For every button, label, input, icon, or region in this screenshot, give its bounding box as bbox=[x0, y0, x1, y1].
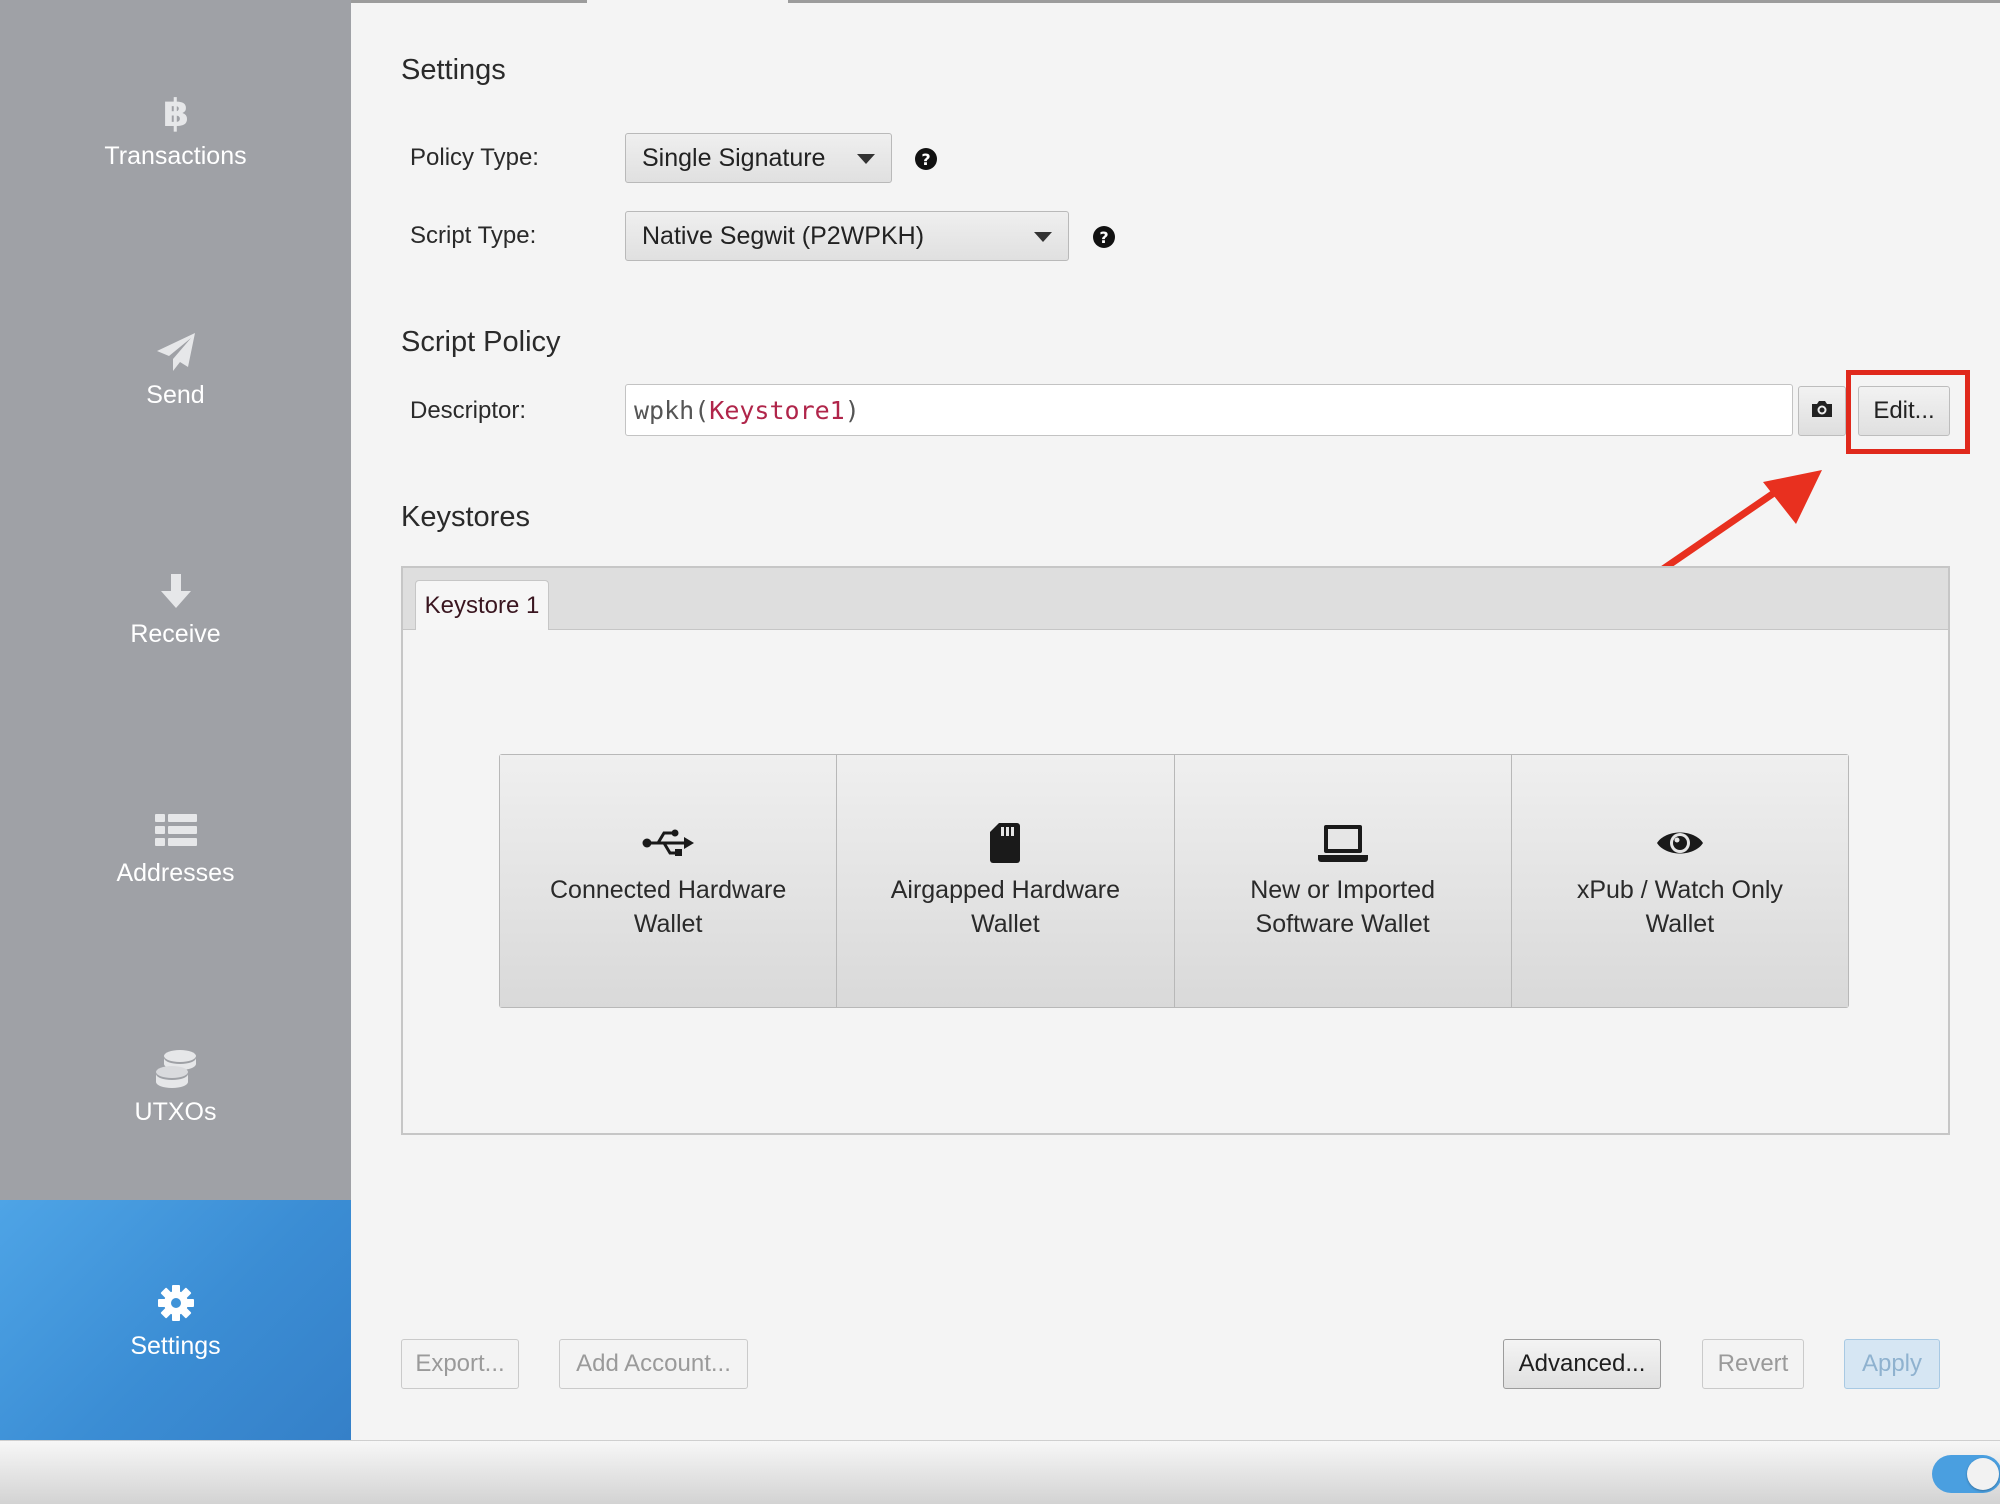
software-wallet-button[interactable]: New or Imported Software Wallet bbox=[1174, 755, 1512, 1007]
descriptor-suffix: ) bbox=[844, 395, 860, 425]
sidebar-item-send[interactable]: Send bbox=[0, 289, 351, 449]
list-icon bbox=[153, 807, 199, 853]
sidebar-item-label: Settings bbox=[130, 1331, 221, 1360]
keystores-section-title: Keystores bbox=[401, 501, 530, 533]
sidebar-item-label: Receive bbox=[130, 619, 221, 648]
policy-type-select[interactable]: Single Signature bbox=[625, 133, 892, 183]
sidebar-item-utxos[interactable]: UTXOs bbox=[0, 1006, 351, 1166]
wallet-option-label: Wallet bbox=[633, 910, 703, 938]
export-button[interactable]: Export... bbox=[401, 1339, 519, 1389]
script-type-select[interactable]: Native Segwit (P2WPKH) bbox=[625, 211, 1069, 261]
sidebar-item-label: UTXOs bbox=[134, 1097, 217, 1126]
coins-icon bbox=[153, 1046, 199, 1092]
sidebar-item-label: Send bbox=[146, 380, 205, 409]
policy-type-value: Single Signature bbox=[642, 143, 826, 172]
script-type-help-icon[interactable]: ? bbox=[1093, 226, 1115, 248]
apply-button[interactable]: Apply bbox=[1844, 1339, 1940, 1389]
top-tab-strip bbox=[351, 0, 2000, 3]
status-bar bbox=[0, 1440, 2000, 1504]
tab-keystore-1-label: Keystore 1 bbox=[424, 591, 540, 619]
settings-section-title: Settings bbox=[401, 54, 506, 86]
keystore-source-buttons: Connected Hardware Wallet Airgapped Hard… bbox=[499, 754, 1849, 1008]
advanced-button[interactable]: Advanced... bbox=[1503, 1339, 1661, 1389]
airgapped-hardware-wallet-button[interactable]: Airgapped Hardware Wallet bbox=[837, 755, 1175, 1007]
descriptor-prefix: wpkh( bbox=[634, 395, 710, 425]
sidebar-item-label: Addresses bbox=[116, 858, 235, 887]
top-tab-active-gap bbox=[587, 0, 788, 3]
sidebar: ฿ Transactions Send Receive Addresses UT… bbox=[0, 0, 351, 1440]
policy-type-label: Policy Type: bbox=[410, 144, 539, 171]
sidebar-item-receive[interactable]: Receive bbox=[0, 528, 351, 688]
wallet-option-label: Software Wallet bbox=[1255, 910, 1430, 938]
arrow-down-icon bbox=[153, 568, 199, 614]
wallet-option-label: Airgapped Hardware bbox=[890, 876, 1121, 904]
toggle-knob bbox=[1967, 1458, 1999, 1490]
script-policy-section-title: Script Policy bbox=[401, 326, 561, 358]
descriptor-input[interactable]: wpkh(Keystore1) bbox=[625, 384, 1793, 436]
sidebar-item-label: Transactions bbox=[104, 141, 247, 170]
descriptor-keystore: Keystore1 bbox=[709, 395, 845, 425]
chevron-down-icon bbox=[857, 154, 875, 164]
bitcoin-icon: ฿ bbox=[153, 90, 199, 136]
sidebar-item-addresses[interactable]: Addresses bbox=[0, 767, 351, 927]
scan-qr-button[interactable] bbox=[1798, 386, 1846, 436]
wallet-option-label: Connected Hardware bbox=[550, 876, 787, 904]
connected-hardware-wallet-button[interactable]: Connected Hardware Wallet bbox=[500, 755, 838, 1007]
gear-icon bbox=[153, 1280, 199, 1326]
chevron-down-icon bbox=[1034, 232, 1052, 242]
usb-icon bbox=[642, 821, 695, 865]
policy-type-help-icon[interactable]: ? bbox=[915, 148, 937, 170]
svg-text:฿: ฿ bbox=[162, 93, 188, 133]
watch-only-wallet-button[interactable]: xPub / Watch Only Wallet bbox=[1511, 755, 1848, 1007]
tab-keystore-1[interactable]: Keystore 1 bbox=[415, 580, 549, 630]
annotation-highlight-box bbox=[1846, 370, 1970, 454]
wallet-option-label: New or Imported bbox=[1250, 876, 1436, 904]
online-toggle[interactable] bbox=[1932, 1455, 2000, 1493]
script-type-label: Script Type: bbox=[410, 222, 537, 249]
send-icon bbox=[153, 329, 199, 375]
revert-button[interactable]: Revert bbox=[1702, 1339, 1804, 1389]
add-account-button[interactable]: Add Account... bbox=[559, 1339, 748, 1389]
keystore-tab-strip: Keystore 1 bbox=[403, 568, 1948, 630]
camera-icon bbox=[1810, 399, 1834, 424]
script-type-value: Native Segwit (P2WPKH) bbox=[642, 221, 925, 250]
laptop-icon bbox=[1317, 821, 1368, 865]
wallet-option-label: Wallet bbox=[1645, 910, 1715, 938]
wallet-option-label: Wallet bbox=[971, 910, 1040, 938]
wallet-option-label: xPub / Watch Only bbox=[1576, 876, 1783, 904]
sidebar-item-transactions[interactable]: ฿ Transactions bbox=[0, 50, 351, 210]
sd-card-icon bbox=[990, 821, 1021, 865]
descriptor-label: Descriptor: bbox=[410, 397, 527, 424]
eye-icon bbox=[1656, 821, 1704, 865]
sidebar-item-settings[interactable]: Settings bbox=[0, 1200, 351, 1440]
